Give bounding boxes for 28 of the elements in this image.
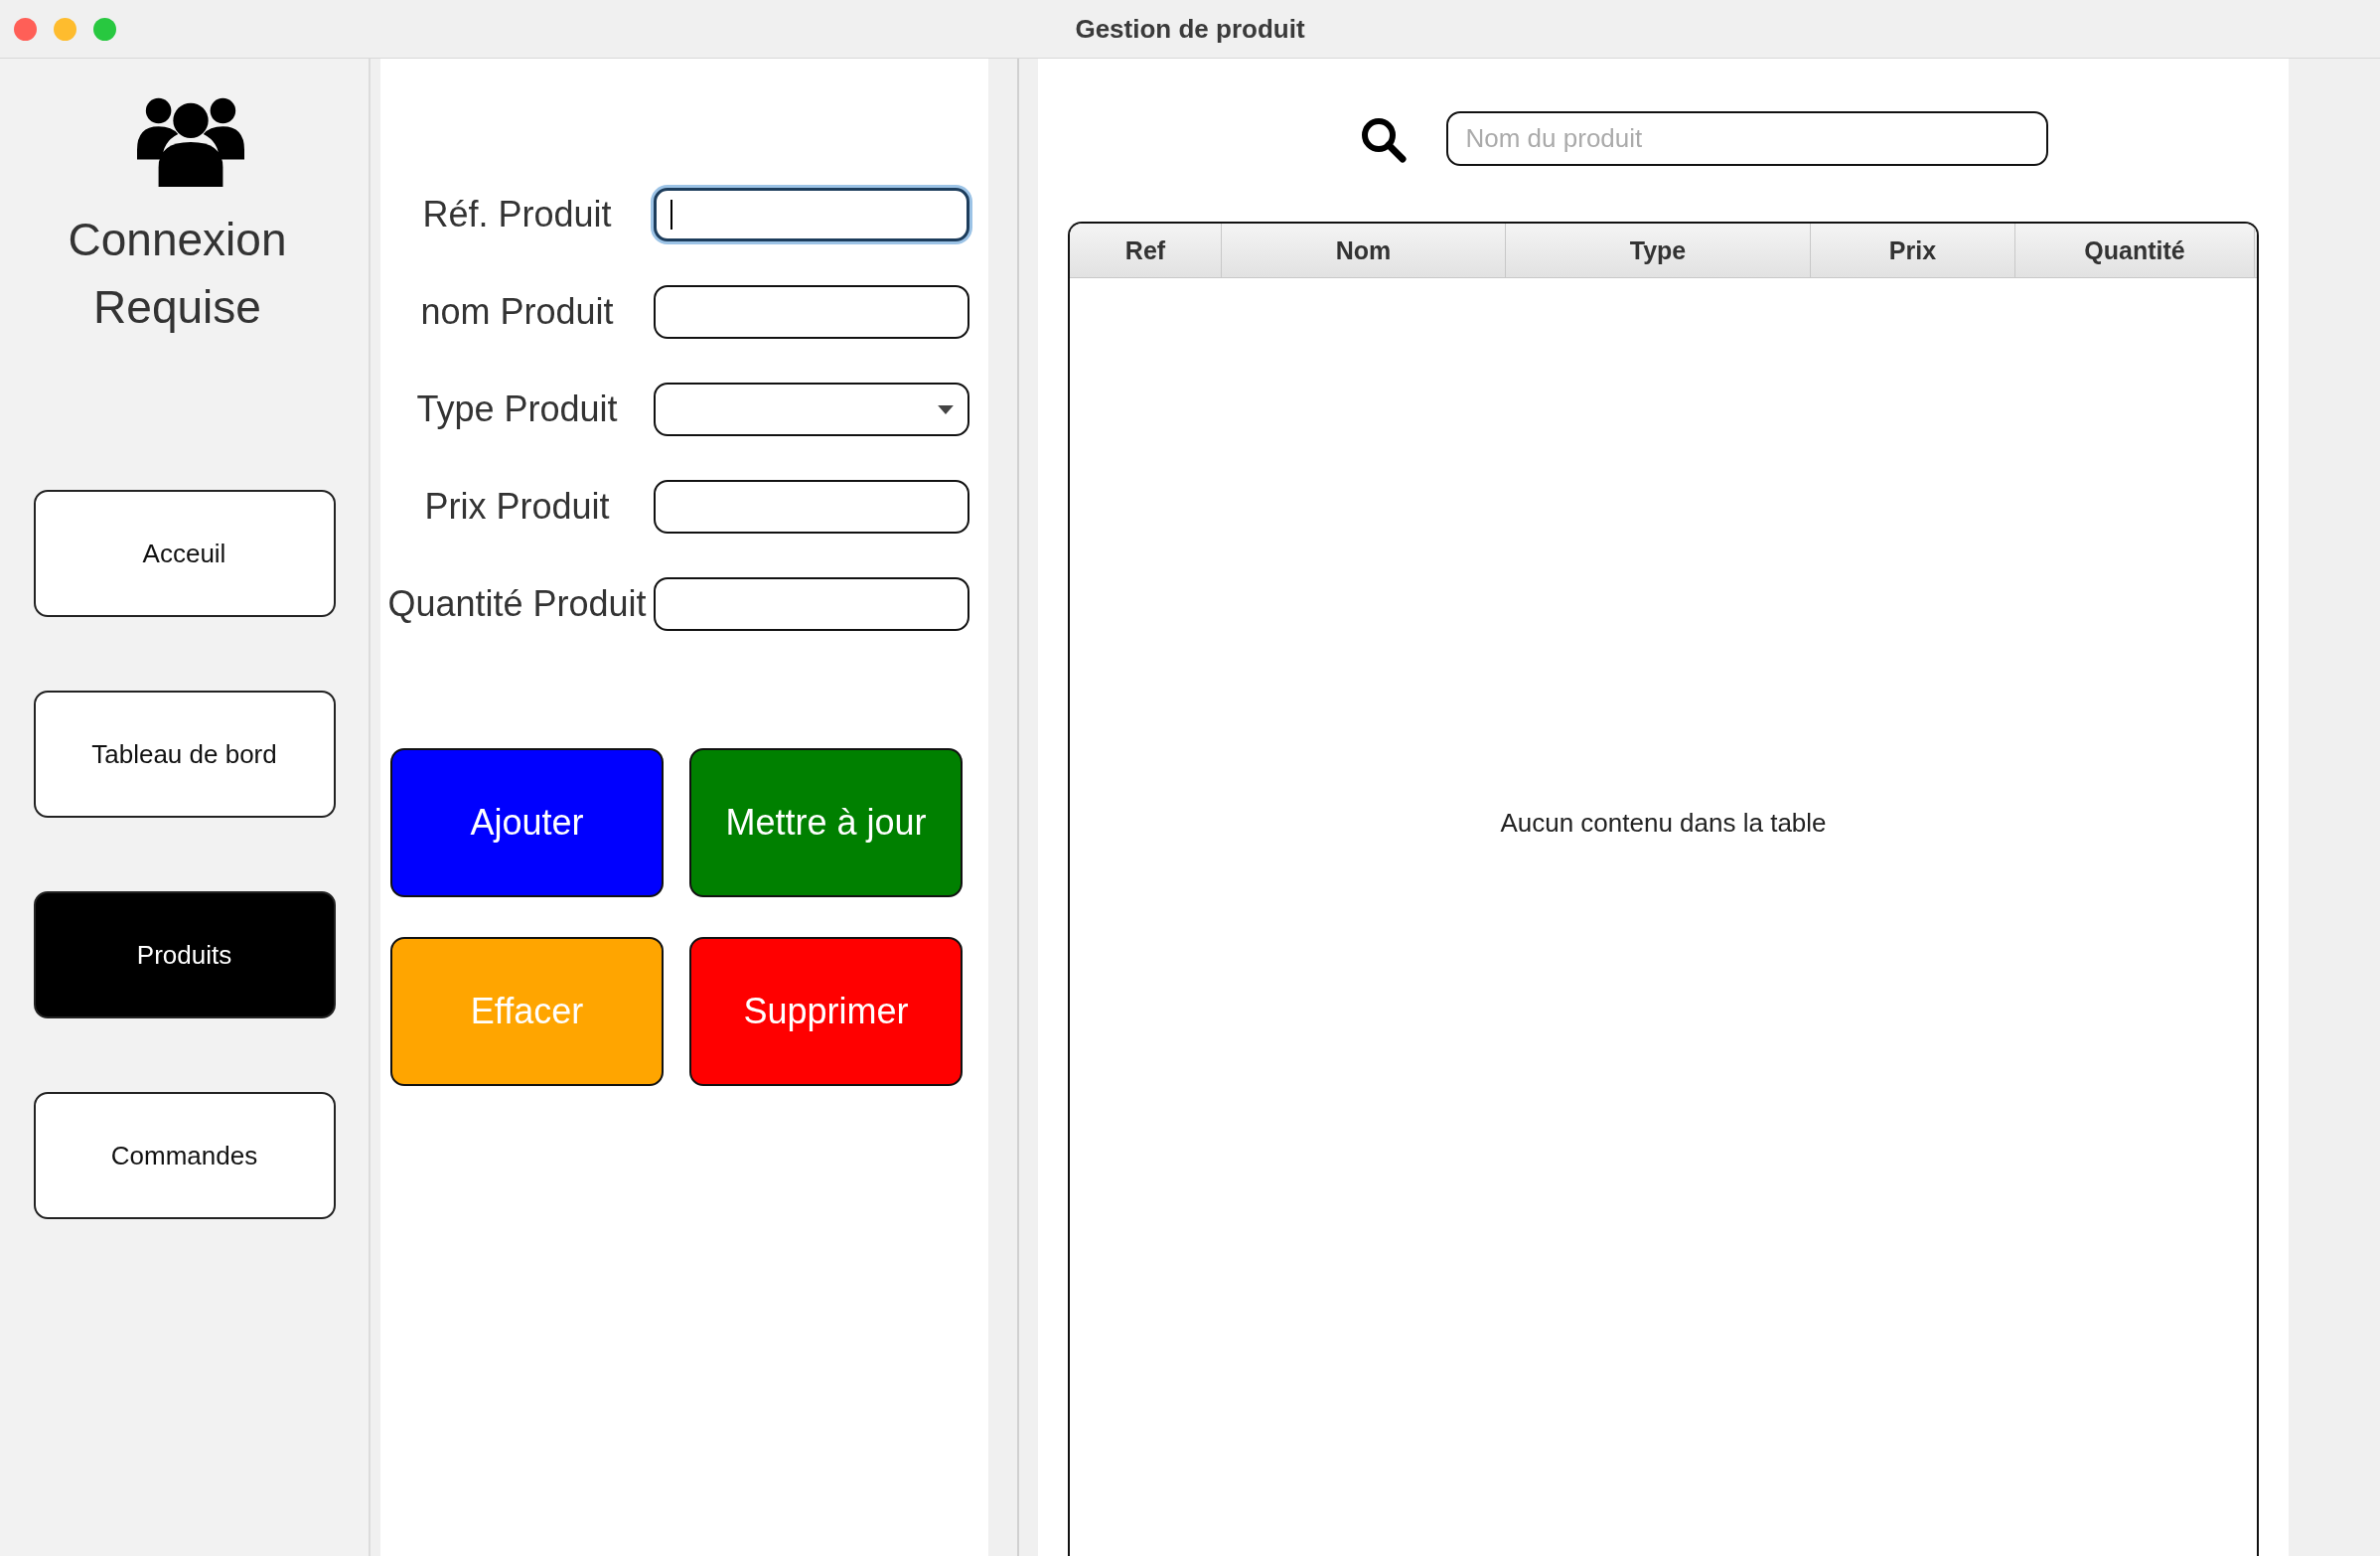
field-label: nom Produit — [419, 291, 615, 333]
window-title: Gestion de produit — [1075, 13, 1305, 45]
search-field[interactable]: Nom du produit — [1445, 111, 2048, 166]
action-button[interactable]: Supprimer — [689, 937, 963, 1086]
nav-button[interactable]: Acceuil — [33, 490, 336, 617]
nav-button[interactable]: Tableau de bord — [33, 691, 336, 818]
input-field[interactable] — [654, 285, 969, 339]
field-label: Réf. Produit — [421, 194, 613, 235]
field-label: Prix Produit — [423, 486, 611, 528]
empty-table-message: Aucun contenu dans la table — [1500, 807, 1827, 839]
input-field[interactable] — [654, 188, 969, 241]
login-required-heading: Connexion Requise — [67, 213, 288, 335]
caret-icon — [938, 404, 954, 414]
column-header[interactable]: Nom — [1222, 224, 1506, 277]
action-button[interactable]: Ajouter — [390, 748, 664, 897]
input-field[interactable] — [654, 480, 969, 534]
nav-button[interactable]: Produits — [33, 891, 336, 1018]
column-header[interactable]: Prix — [1811, 224, 2015, 277]
column-header[interactable]: Ref — [1070, 224, 1222, 277]
column-header[interactable]: Quantité — [2015, 224, 2255, 277]
nav-button[interactable]: Commandes — [33, 1092, 336, 1219]
action-button[interactable]: Mettre à jour — [689, 748, 963, 897]
field-label: Type Produit — [415, 389, 619, 430]
close-icon[interactable] — [14, 18, 37, 41]
field-label: Quantité Produit — [386, 583, 648, 625]
input-field[interactable] — [654, 577, 969, 631]
dropdown-field[interactable] — [654, 383, 969, 436]
column-header[interactable]: Type — [1506, 224, 1811, 277]
